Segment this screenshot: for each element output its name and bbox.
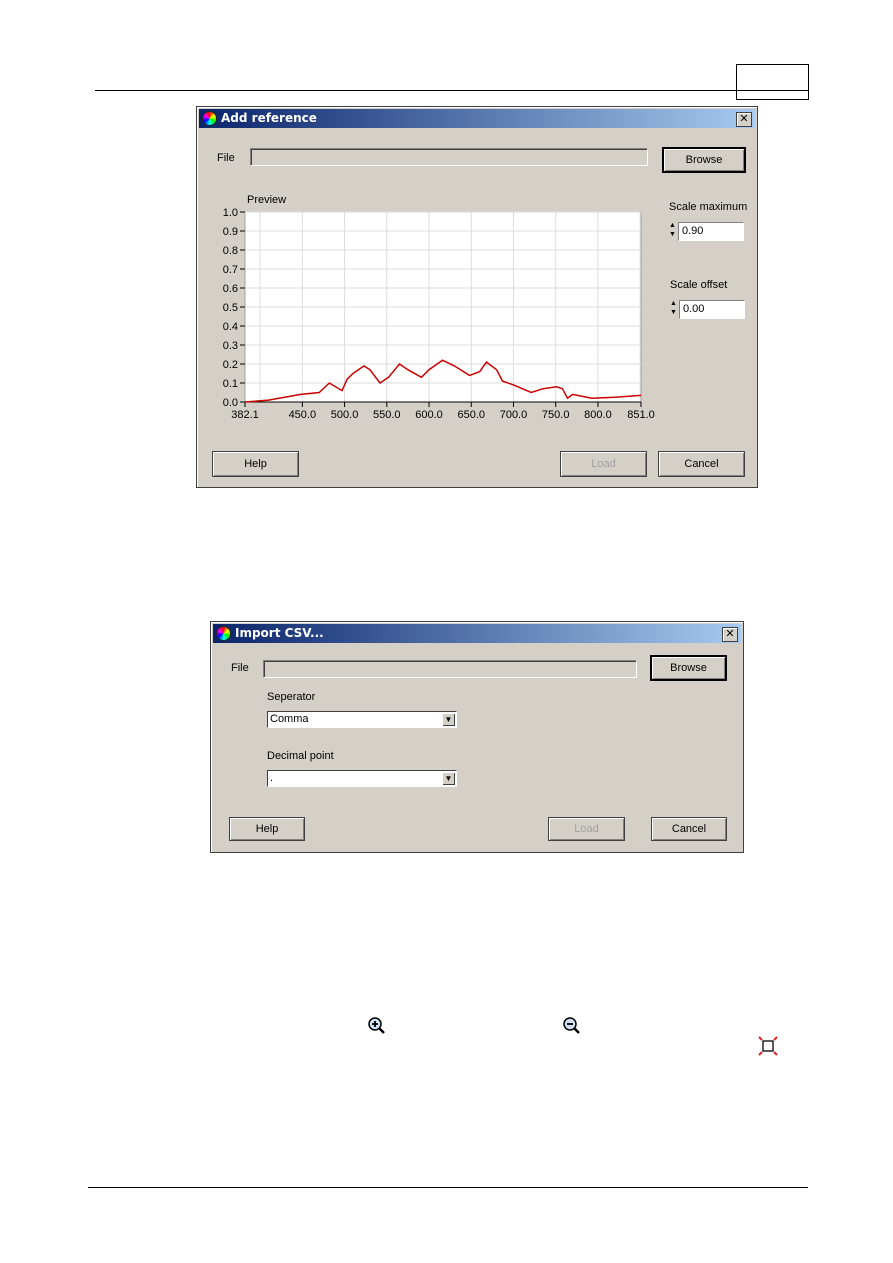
x-tick-label: 650.0 bbox=[457, 409, 485, 421]
y-tick-label: 0.6 bbox=[223, 283, 238, 295]
file-label: File bbox=[231, 662, 249, 674]
separator-value: Comma bbox=[270, 713, 309, 725]
title-bar: Import CSV... ✕ bbox=[213, 624, 741, 643]
y-tick-label: 0.0 bbox=[223, 397, 238, 409]
chevron-down-icon[interactable]: ▼ bbox=[442, 772, 455, 785]
preview-chart: 0.0 0.1 0.2 0.3 0.4 0.5 0.6 0.7 0.8 0.9 1.0 382.1 45… bbox=[223, 207, 655, 421]
help-button[interactable]: Help bbox=[212, 451, 299, 477]
cancel-button[interactable]: Cancel bbox=[658, 451, 745, 477]
scale-maximum-label: Scale maximum bbox=[669, 201, 748, 213]
y-tick-label: 0.7 bbox=[223, 264, 238, 276]
scale-maximum-spinner[interactable]: ▲ ▼ bbox=[668, 221, 677, 241]
chevron-down-icon[interactable]: ▼ bbox=[442, 713, 455, 726]
decimal-point-value: . bbox=[270, 772, 274, 784]
x-tick-label: 851.0 bbox=[627, 409, 655, 421]
scale-offset-label: Scale offset bbox=[670, 279, 728, 291]
x-tick-label: 750.0 bbox=[542, 409, 570, 421]
y-tick-label: 1.0 bbox=[223, 207, 238, 219]
y-tick-label: 0.8 bbox=[223, 245, 238, 257]
zoom-out-icon bbox=[563, 1017, 580, 1034]
footer-rule bbox=[88, 1187, 808, 1188]
x-tick-label: 500.0 bbox=[331, 409, 359, 421]
x-tick-label: 700.0 bbox=[500, 409, 528, 421]
close-button[interactable]: ✕ bbox=[722, 627, 738, 642]
dialog-title: Import CSV... bbox=[235, 626, 324, 640]
app-icon bbox=[216, 626, 231, 641]
scale-offset-input[interactable]: 0.00 bbox=[679, 300, 745, 319]
browse-button[interactable]: Browse bbox=[650, 655, 727, 681]
y-tick-label: 0.3 bbox=[223, 340, 238, 352]
scale-maximum-input[interactable]: 0.90 bbox=[678, 222, 744, 241]
header-rule bbox=[95, 90, 808, 91]
x-tick-label: 800.0 bbox=[584, 409, 612, 421]
separator-select[interactable]: Comma ▼ bbox=[267, 711, 457, 728]
y-tick-label: 0.2 bbox=[223, 359, 238, 371]
decimal-point-label: Decimal point bbox=[267, 750, 334, 762]
x-tick-label: 382.1 bbox=[231, 409, 259, 421]
decimal-point-select[interactable]: . ▼ bbox=[267, 770, 457, 787]
manual-page: Add reference ✕ File Browse Preview 0.0 0.… bbox=[0, 0, 893, 1263]
y-tick-label: 0.4 bbox=[223, 321, 238, 333]
y-tick-label: 0.9 bbox=[223, 226, 238, 238]
separator-label: Seperator bbox=[267, 691, 316, 703]
y-tick-label: 0.5 bbox=[223, 302, 238, 314]
close-button[interactable]: ✕ bbox=[736, 112, 752, 127]
import-csv-dialog: Import CSV... ✕ File Browse Seperator Com… bbox=[210, 621, 744, 853]
cancel-button[interactable]: Cancel bbox=[651, 817, 727, 841]
x-tick-label: 550.0 bbox=[373, 409, 401, 421]
x-tick-label: 450.0 bbox=[289, 409, 317, 421]
fit-to-window-icon bbox=[758, 1036, 778, 1056]
file-field[interactable] bbox=[263, 660, 637, 678]
scale-offset-spinner[interactable]: ▲ ▼ bbox=[669, 299, 678, 319]
add-reference-dialog: Add reference ✕ File Browse Preview 0.0 0.… bbox=[196, 106, 758, 488]
page-number-box bbox=[736, 64, 809, 100]
zoom-in-icon bbox=[368, 1017, 385, 1034]
x-tick-label: 600.0 bbox=[415, 409, 443, 421]
y-tick-label: 0.1 bbox=[223, 378, 238, 390]
help-button[interactable]: Help bbox=[229, 817, 305, 841]
load-button[interactable]: Load bbox=[548, 817, 625, 841]
load-button[interactable]: Load bbox=[560, 451, 647, 477]
browse-button[interactable]: Browse bbox=[662, 147, 746, 173]
